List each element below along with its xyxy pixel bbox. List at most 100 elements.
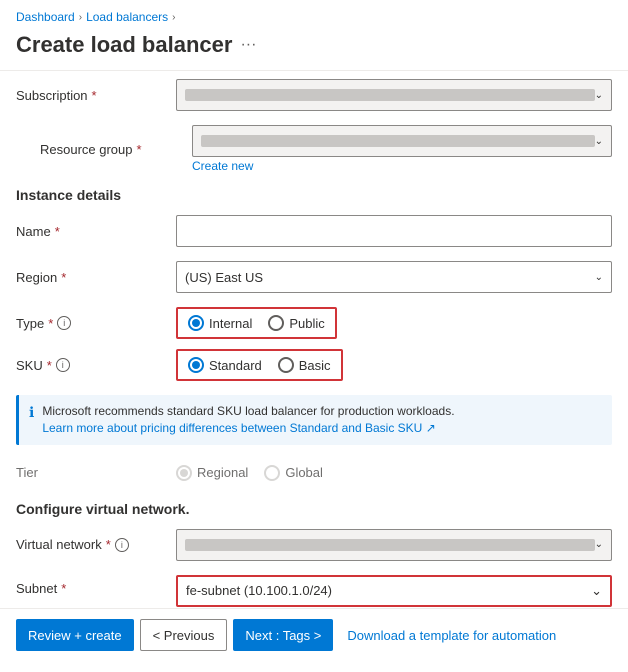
breadcrumb: Dashboard › Load balancers › bbox=[0, 0, 628, 28]
sku-basic-radio[interactable] bbox=[278, 357, 294, 373]
region-label: Region * bbox=[16, 270, 176, 285]
info-banner-link[interactable]: Learn more about pricing differences bet… bbox=[42, 421, 435, 435]
sku-standard-dot bbox=[192, 361, 200, 369]
tier-regional-label: Regional bbox=[197, 465, 248, 480]
page-header: Create load balancer ··· bbox=[0, 28, 628, 70]
resource-group-control: ⌄ Create new bbox=[192, 125, 612, 173]
previous-button[interactable]: < Previous bbox=[140, 619, 228, 651]
subscription-select[interactable]: ⌄ bbox=[176, 79, 612, 111]
type-internal-label: Internal bbox=[209, 316, 252, 331]
more-options-icon[interactable]: ··· bbox=[240, 36, 256, 54]
external-link-icon: ↗ bbox=[426, 421, 436, 435]
name-required: * bbox=[55, 224, 60, 239]
subnet-required: * bbox=[61, 581, 66, 596]
virtual-network-label: Virtual network * i bbox=[16, 537, 176, 552]
name-control bbox=[176, 215, 612, 247]
region-value: (US) East US bbox=[185, 270, 595, 285]
sku-standard[interactable]: Standard bbox=[188, 357, 262, 373]
info-banner: ℹ Microsoft recommends standard SKU load… bbox=[16, 395, 612, 445]
tier-regional[interactable]: Regional bbox=[176, 465, 248, 481]
sku-standard-radio[interactable] bbox=[188, 357, 204, 373]
header-divider bbox=[0, 70, 628, 71]
resource-group-chevron: ⌄ bbox=[595, 136, 603, 147]
virtual-network-chevron: ⌄ bbox=[595, 539, 603, 550]
sku-info-icon[interactable]: i bbox=[56, 358, 70, 372]
next-button[interactable]: Next : Tags > bbox=[233, 619, 333, 651]
sku-radio-group: Standard Basic bbox=[176, 349, 343, 381]
virtual-network-placeholder bbox=[185, 539, 595, 551]
info-banner-text: Microsoft recommends standard SKU load b… bbox=[42, 403, 454, 437]
sku-label: SKU * i bbox=[16, 358, 176, 373]
breadcrumb-sep-1: › bbox=[79, 12, 82, 23]
virtual-network-control: ⌄ bbox=[176, 529, 612, 561]
tier-options: Regional Global bbox=[176, 465, 612, 481]
subnet-label: Subnet * bbox=[16, 575, 176, 596]
subnet-chevron: ⌄ bbox=[591, 583, 602, 599]
type-internal-dot bbox=[192, 319, 200, 327]
page-title: Create load balancer bbox=[16, 32, 232, 58]
tier-global[interactable]: Global bbox=[264, 465, 323, 481]
tier-label: Tier bbox=[16, 465, 176, 480]
form-container: Subscription * ⌄ Resource group * ⌄ Crea… bbox=[0, 79, 628, 619]
type-public[interactable]: Public bbox=[268, 315, 324, 331]
tier-row: Tier Regional Global bbox=[16, 459, 612, 487]
tier-global-radio[interactable] bbox=[264, 465, 280, 481]
sku-basic-label: Basic bbox=[299, 358, 331, 373]
name-label: Name * bbox=[16, 224, 176, 239]
sku-control: Standard Basic bbox=[176, 349, 612, 381]
tier-control: Regional Global bbox=[176, 465, 612, 481]
sku-standard-label: Standard bbox=[209, 358, 262, 373]
virtual-network-section: Configure virtual network. bbox=[16, 501, 612, 517]
breadcrumb-load-balancers[interactable]: Load balancers bbox=[86, 10, 168, 24]
tier-regional-dot bbox=[180, 469, 188, 477]
review-create-button[interactable]: Review + create bbox=[16, 619, 134, 651]
virtual-network-info-icon[interactable]: i bbox=[115, 538, 129, 552]
info-banner-icon: ℹ bbox=[29, 404, 34, 421]
region-row: Region * (US) East US ⌄ bbox=[16, 261, 612, 293]
subnet-value: fe-subnet (10.100.1.0/24) bbox=[186, 583, 332, 598]
subscription-chevron: ⌄ bbox=[595, 90, 603, 101]
resource-group-required: * bbox=[137, 142, 142, 157]
name-input[interactable] bbox=[176, 215, 612, 247]
type-internal-radio[interactable] bbox=[188, 315, 204, 331]
subscription-required: * bbox=[92, 88, 97, 103]
type-required: * bbox=[48, 316, 53, 331]
tier-global-label: Global bbox=[285, 465, 323, 480]
subscription-placeholder bbox=[185, 89, 595, 101]
region-control: (US) East US ⌄ bbox=[176, 261, 612, 293]
resource-group-label: Resource group * bbox=[32, 142, 192, 157]
type-options: Internal Public bbox=[188, 315, 325, 331]
automation-link[interactable]: Download a template for automation bbox=[347, 628, 556, 643]
sku-options: Standard Basic bbox=[188, 357, 331, 373]
type-info-icon[interactable]: i bbox=[57, 316, 71, 330]
sku-basic[interactable]: Basic bbox=[278, 357, 331, 373]
type-sku-row: Type * i Internal bbox=[16, 307, 612, 381]
region-required: * bbox=[61, 270, 66, 285]
region-select[interactable]: (US) East US ⌄ bbox=[176, 261, 612, 293]
subscription-row: Subscription * ⌄ bbox=[16, 79, 612, 111]
create-new-link[interactable]: Create new bbox=[192, 159, 253, 173]
type-internal[interactable]: Internal bbox=[188, 315, 252, 331]
virtual-network-select[interactable]: ⌄ bbox=[176, 529, 612, 561]
subnet-select[interactable]: fe-subnet (10.100.1.0/24) ⌄ bbox=[176, 575, 612, 607]
footer-bar: Review + create < Previous Next : Tags >… bbox=[0, 608, 628, 661]
region-chevron: ⌄ bbox=[595, 272, 603, 283]
breadcrumb-dashboard[interactable]: Dashboard bbox=[16, 10, 75, 24]
subscription-control: ⌄ bbox=[176, 79, 612, 111]
subscription-label: Subscription * bbox=[16, 88, 176, 103]
name-row: Name * bbox=[16, 215, 612, 247]
type-label: Type * i bbox=[16, 316, 176, 331]
breadcrumb-sep-2: › bbox=[172, 12, 175, 23]
type-radio-group: Internal Public bbox=[176, 307, 337, 339]
type-public-radio[interactable] bbox=[268, 315, 284, 331]
instance-details-section: Instance details bbox=[16, 187, 612, 203]
resource-group-select[interactable]: ⌄ bbox=[192, 125, 612, 157]
virtual-network-required: * bbox=[106, 537, 111, 552]
type-control: Internal Public bbox=[176, 307, 612, 339]
resource-group-row: Resource group * ⌄ Create new bbox=[16, 125, 612, 173]
virtual-network-row: Virtual network * i ⌄ bbox=[16, 529, 612, 561]
resource-group-placeholder bbox=[201, 135, 595, 147]
tier-regional-radio[interactable] bbox=[176, 465, 192, 481]
sku-required: * bbox=[47, 358, 52, 373]
type-public-label: Public bbox=[289, 316, 324, 331]
